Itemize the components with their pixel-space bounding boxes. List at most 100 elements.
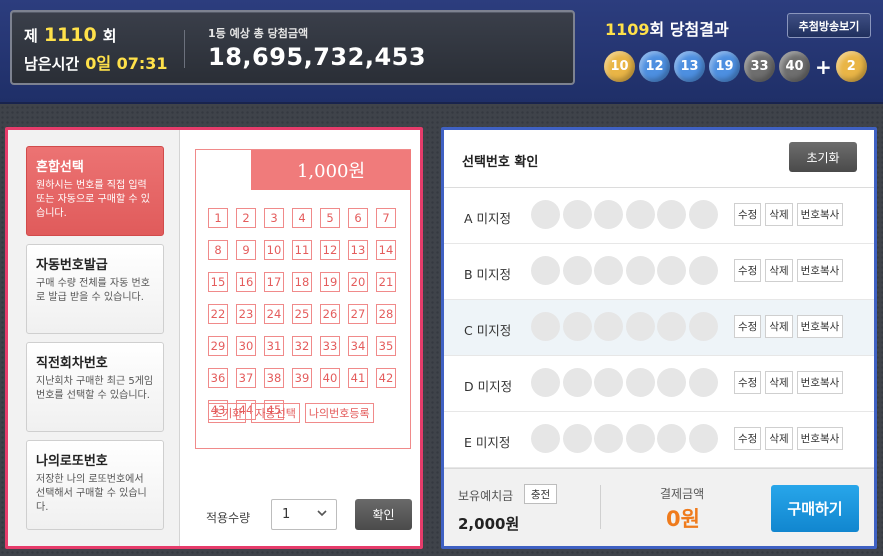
- number-cell[interactable]: 25: [292, 304, 312, 324]
- number-cell[interactable]: 30: [236, 336, 256, 356]
- number-cell[interactable]: 2: [236, 208, 256, 228]
- reset-button[interactable]: 초기화: [789, 142, 857, 172]
- delete-button[interactable]: 삭제: [765, 259, 793, 282]
- number-cell[interactable]: 7: [376, 208, 396, 228]
- empty-slot: [531, 312, 560, 341]
- lotto-slip: 1,000원 1 2 3 4 5 6 7 8 9 10 11 12 13 14 15 16 17 18 19 20 21…: [195, 149, 411, 449]
- number-cell[interactable]: 36: [208, 368, 228, 388]
- result-title: 1109회 당첨결과: [605, 16, 729, 40]
- selection-row: C 미지정 수정 삭제 번호복사: [444, 300, 874, 356]
- mode-previous-button[interactable]: 직전회차번호 지난회차 구매한 최근 5게임 번호를 선택할 수 있습니다.: [26, 342, 164, 432]
- empty-slot: [657, 424, 686, 453]
- divider: [600, 485, 601, 529]
- slip-my-numbers-button[interactable]: 나의번호등록: [304, 403, 374, 423]
- empty-slot: [562, 256, 592, 285]
- edit-button[interactable]: 수정: [734, 259, 762, 282]
- empty-slot: [594, 424, 623, 453]
- number-cell[interactable]: 29: [208, 336, 228, 356]
- buy-button[interactable]: 구매하기: [771, 485, 859, 532]
- number-cell[interactable]: 28: [376, 304, 396, 324]
- slip-actions: 초기화 자동선택 나의번호등록: [208, 403, 379, 423]
- delete-button[interactable]: 삭제: [765, 427, 793, 450]
- copy-button[interactable]: 번호복사: [796, 203, 844, 226]
- empty-slot: [688, 368, 718, 397]
- number-cell[interactable]: 42: [376, 368, 396, 388]
- row-label: D 미지정: [464, 379, 513, 394]
- number-cell[interactable]: 38: [264, 368, 284, 388]
- number-cell[interactable]: 37: [236, 368, 256, 388]
- quantity-select[interactable]: 1: [271, 499, 337, 530]
- mode-my-numbers-button[interactable]: 나의로또번호 저장한 나의 로또번호에서 선택해서 구매할 수 있습니다.: [26, 440, 164, 530]
- selection-title: 선택번호 확인: [462, 155, 539, 170]
- number-cell[interactable]: 26: [320, 304, 340, 324]
- bonus-ball: 2: [835, 51, 867, 82]
- empty-slot: [531, 256, 560, 285]
- number-slots: [531, 200, 720, 229]
- balance-label: 보유예치금: [458, 489, 514, 503]
- lotto-ball: 10: [604, 51, 635, 82]
- number-cell[interactable]: 21: [376, 272, 396, 292]
- number-cell[interactable]: 10: [264, 240, 284, 260]
- confirm-button[interactable]: 확인: [355, 499, 412, 530]
- copy-button[interactable]: 번호복사: [796, 315, 844, 338]
- number-cell[interactable]: 13: [348, 240, 368, 260]
- number-cell[interactable]: 18: [292, 272, 312, 292]
- prize-amount: 18,695,732,453: [208, 43, 427, 71]
- number-cell[interactable]: 23: [236, 304, 256, 324]
- number-cell[interactable]: 40: [320, 368, 340, 388]
- number-cell[interactable]: 32: [292, 336, 312, 356]
- delete-button[interactable]: 삭제: [765, 371, 793, 394]
- lotto-ball: 19: [709, 51, 740, 82]
- number-cell[interactable]: 11: [292, 240, 312, 260]
- edit-button[interactable]: 수정: [734, 315, 762, 338]
- number-cell[interactable]: 12: [320, 240, 340, 260]
- number-cell[interactable]: 24: [264, 304, 284, 324]
- copy-button[interactable]: 번호복사: [796, 427, 844, 450]
- edit-button[interactable]: 수정: [734, 371, 762, 394]
- mode-auto-button[interactable]: 자동번호발급 구매 수량 전체를 자동 번호로 발급 받을 수 있습니다.: [26, 244, 164, 334]
- empty-slot: [657, 312, 686, 341]
- edit-button[interactable]: 수정: [734, 427, 762, 450]
- number-cell[interactable]: 41: [348, 368, 368, 388]
- number-cell[interactable]: 27: [348, 304, 368, 324]
- broadcast-button[interactable]: 추첨방송보기: [787, 13, 871, 38]
- slip-reset-button[interactable]: 초기화: [208, 403, 247, 423]
- number-cell[interactable]: 34: [348, 336, 368, 356]
- number-cell[interactable]: 8: [208, 240, 228, 260]
- number-cell[interactable]: 16: [236, 272, 256, 292]
- number-cell[interactable]: 14: [376, 240, 396, 260]
- delete-button[interactable]: 삭제: [765, 315, 793, 338]
- number-cell[interactable]: 39: [292, 368, 312, 388]
- number-cell[interactable]: 35: [376, 336, 396, 356]
- number-cell[interactable]: 22: [208, 304, 228, 324]
- number-cell[interactable]: 1: [208, 208, 228, 228]
- number-cell[interactable]: 19: [320, 272, 340, 292]
- mode-mixed-button[interactable]: 혼합선택 원하시는 번호를 직접 입력 또는 자동으로 구매할 수 있습니다.: [26, 146, 164, 236]
- number-cell[interactable]: 15: [208, 272, 228, 292]
- number-cell[interactable]: 9: [236, 240, 256, 260]
- number-cell[interactable]: 31: [264, 336, 284, 356]
- copy-button[interactable]: 번호복사: [796, 259, 844, 282]
- winning-numbers: 10 12 13 19 33 40 +2: [604, 51, 871, 82]
- number-cell[interactable]: 4: [292, 208, 312, 228]
- number-cell[interactable]: 6: [348, 208, 368, 228]
- number-slots: [531, 368, 720, 397]
- charge-button[interactable]: 충전: [524, 484, 557, 504]
- selection-panel: 선택번호 확인 초기화 A 미지정 수정 삭제 번호복사 B 미지정 수정 삭제 번호복사 C …: [441, 127, 877, 549]
- row-actions: 수정 삭제 번호복사: [734, 203, 847, 226]
- number-cell[interactable]: 33: [320, 336, 340, 356]
- empty-slot: [594, 200, 623, 229]
- slip-auto-button[interactable]: 자동선택: [251, 403, 300, 423]
- edit-button[interactable]: 수정: [734, 203, 762, 226]
- empty-slot: [531, 368, 560, 397]
- remaining-row: 남은시간 0일 07:31: [24, 50, 184, 74]
- divider: [184, 30, 185, 68]
- number-slots: [531, 256, 720, 285]
- number-cell[interactable]: 20: [348, 272, 368, 292]
- number-cell[interactable]: 5: [320, 208, 340, 228]
- selection-row: B 미지정 수정 삭제 번호복사: [444, 244, 874, 300]
- number-cell[interactable]: 3: [264, 208, 284, 228]
- delete-button[interactable]: 삭제: [765, 203, 793, 226]
- number-cell[interactable]: 17: [264, 272, 284, 292]
- copy-button[interactable]: 번호복사: [796, 371, 844, 394]
